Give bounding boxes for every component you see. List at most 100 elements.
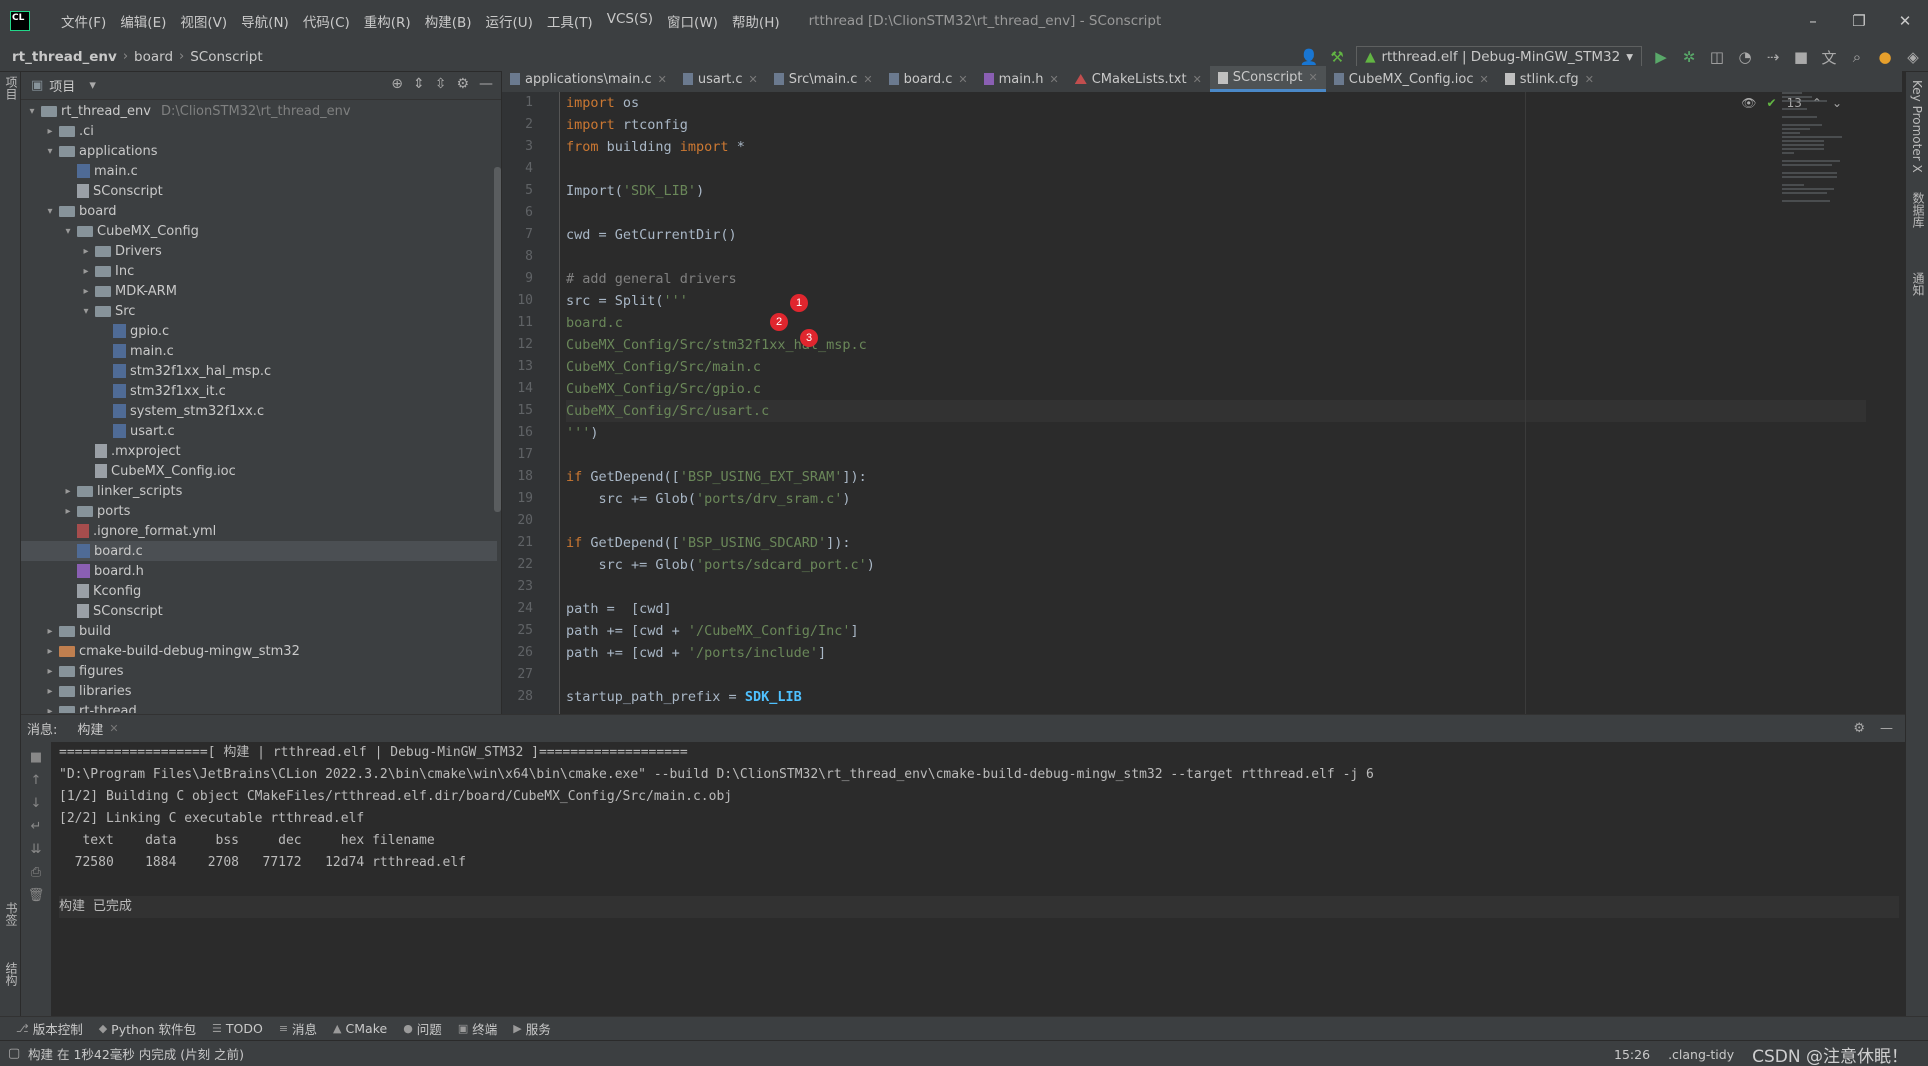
restore-button[interactable]: ❐	[1836, 12, 1882, 30]
tree-item[interactable]: ▾ Src	[21, 301, 497, 321]
print-icon[interactable]: ⎙	[21, 865, 51, 880]
hide-icon[interactable]: —	[1880, 721, 1893, 736]
editor-tab[interactable]: usart.c ✕	[675, 66, 766, 92]
tree-item[interactable]: SConscript	[21, 601, 497, 621]
tree-item[interactable]: main.c	[21, 161, 497, 181]
code-minimap[interactable]	[1782, 92, 1890, 452]
run-icon[interactable]: ▶	[1652, 48, 1670, 66]
close-icon[interactable]: ✕	[1309, 71, 1318, 84]
soft-wrap-icon[interactable]: ↵	[21, 819, 51, 834]
stripe-bookmarks-tab[interactable]: 书签	[3, 902, 20, 926]
tree-item[interactable]: ▸ Drivers	[21, 241, 497, 261]
chevron-right-icon[interactable]: ▸	[43, 646, 57, 657]
menu-item[interactable]: 编辑(E)	[113, 11, 173, 31]
code-editor[interactable]: 1 2 3 4 5 6 7 8 9 10 11 12 13 14 15 16 17 18 19 20 21 22 23 24 2…	[502, 92, 1902, 714]
menu-item[interactable]: 运行(U)	[479, 11, 540, 31]
gear-icon[interactable]: ⚙	[1853, 721, 1865, 736]
tool-window-button[interactable]: ◆ Python 软件包	[99, 1019, 196, 1038]
tree-item[interactable]: ▸ build	[21, 621, 497, 641]
tree-item[interactable]: ▾ rt_thread_env D:\ClionSTM32\rt_thread_en…	[21, 101, 497, 121]
chevron-down-icon[interactable]: ▾	[25, 106, 39, 117]
account-icon[interactable]: 👤	[1300, 48, 1319, 66]
chevron-down-icon[interactable]: ▾	[79, 306, 93, 317]
editor-tab[interactable]: applications\main.c ✕	[502, 66, 675, 92]
tree-item[interactable]: ▾ CubeMX_Config	[21, 221, 497, 241]
expand-all-icon[interactable]: ⇕	[413, 76, 425, 92]
chevron-down-icon[interactable]: ▾	[61, 226, 75, 237]
debug-icon[interactable]: ✲	[1680, 48, 1698, 66]
menu-item[interactable]: 重构(R)	[357, 11, 418, 31]
tree-item[interactable]: .ignore_format.yml	[21, 521, 497, 541]
search-icon[interactable]: ⌕	[1848, 48, 1866, 66]
tree-item[interactable]: ▸ ports	[21, 501, 497, 521]
tool-window-button[interactable]: ● 问题	[403, 1019, 442, 1038]
menu-item[interactable]: 帮助(H)	[725, 11, 787, 31]
editor-tab[interactable]: main.h ✕	[976, 66, 1067, 92]
chevron-right-icon[interactable]: ▸	[43, 626, 57, 637]
trash-icon[interactable]: 🗑	[21, 888, 51, 903]
close-icon[interactable]: ✕	[958, 73, 967, 86]
editor-tab[interactable]: CubeMX_Config.ioc ✕	[1326, 66, 1497, 92]
locate-icon[interactable]: ⊕	[391, 76, 403, 92]
breadcrumb-board[interactable]: board	[134, 49, 173, 65]
caret-position[interactable]: 15:26	[1614, 1047, 1650, 1062]
close-icon[interactable]: ✕	[1193, 73, 1202, 86]
chevron-right-icon[interactable]: ▸	[61, 486, 75, 497]
gear-icon[interactable]: ⚙	[456, 76, 469, 92]
tree-item[interactable]: system_stm32f1xx.c	[21, 401, 497, 421]
project-view-select[interactable]: 项目	[49, 76, 75, 95]
arrow-up-icon[interactable]: ↑	[21, 773, 51, 788]
attach-icon[interactable]: ⇢	[1764, 48, 1782, 66]
reader-mode-icon[interactable]: 👁	[1741, 96, 1756, 110]
jetbrains-icon[interactable]: ◈	[1904, 48, 1922, 66]
editor-tab[interactable]: Src\main.c ✕	[766, 66, 881, 92]
chevron-right-icon[interactable]: ▸	[43, 666, 57, 677]
layout-icon[interactable]: ▢	[8, 1046, 20, 1061]
tree-item[interactable]: ▸ cmake-build-debug-mingw_stm32	[21, 641, 497, 661]
update-icon[interactable]: ●	[1876, 48, 1894, 66]
editor-tab[interactable]: SConscript ✕	[1209, 66, 1326, 92]
tree-item[interactable]: ▸ rt-thread	[21, 701, 497, 713]
stripe-database-tab[interactable]: 数据库	[1910, 192, 1927, 228]
tree-item[interactable]: ▸ figures	[21, 661, 497, 681]
menu-item[interactable]: 视图(V)	[173, 11, 234, 31]
tree-item[interactable]: .mxproject	[21, 441, 497, 461]
run-configuration-select[interactable]: ▲ rtthread.elf | Debug-MinGW_STM32 ▾	[1356, 46, 1642, 68]
breadcrumb-project[interactable]: rt_thread_env	[0, 49, 117, 65]
chevron-right-icon[interactable]: ▸	[43, 686, 57, 697]
tree-item[interactable]: stm32f1xx_hal_msp.c	[21, 361, 497, 381]
chevron-right-icon[interactable]: ▸	[43, 706, 57, 714]
close-icon[interactable]: ✕	[863, 73, 872, 86]
breadcrumb-file[interactable]: SConscript	[190, 49, 262, 65]
close-icon[interactable]: ✕	[658, 73, 667, 86]
stripe-key-promoter-tab[interactable]: Key Promoter X	[1910, 80, 1924, 173]
stripe-project-tab[interactable]: 项目	[3, 76, 20, 100]
menu-item[interactable]: 导航(N)	[234, 11, 296, 31]
chevron-down-icon[interactable]: ▾	[43, 146, 57, 157]
menu-item[interactable]: 构建(B)	[418, 11, 479, 31]
tree-item[interactable]: ▾ board	[21, 201, 497, 221]
clang-tidy-label[interactable]: .clang-tidy	[1668, 1047, 1734, 1062]
code-area[interactable]: import os import rtconfig from building im…	[566, 92, 1866, 708]
close-icon[interactable]: ✕	[109, 722, 118, 735]
stop-icon[interactable]: ■	[21, 750, 51, 765]
build-output[interactable]: ===================[ 构建 | rtthread.elf |…	[59, 742, 1899, 918]
tree-item[interactable]: gpio.c	[21, 321, 497, 341]
editor-tab[interactable]: stlink.cfg ✕	[1497, 66, 1602, 92]
close-button[interactable]: ✕	[1882, 12, 1928, 30]
stripe-structure-tab[interactable]: 结构	[3, 962, 20, 986]
chevron-right-icon[interactable]: ▸	[43, 126, 57, 137]
tree-item[interactable]: ▸ MDK-ARM	[21, 281, 497, 301]
editor-tab[interactable]: board.c ✕	[881, 66, 976, 92]
project-scrollbar[interactable]	[494, 167, 501, 512]
tree-item[interactable]: ▾ applications	[21, 141, 497, 161]
profile-icon[interactable]: ◔	[1736, 48, 1754, 66]
menu-item[interactable]: 文件(F)	[54, 11, 113, 31]
chevron-right-icon[interactable]: ▸	[79, 266, 93, 277]
coverage-icon[interactable]: ◫	[1708, 48, 1726, 66]
menu-item[interactable]: 代码(C)	[296, 11, 357, 31]
hide-icon[interactable]: —	[479, 76, 493, 92]
tree-item[interactable]: usart.c	[21, 421, 497, 441]
tree-item[interactable]: board.c	[21, 541, 497, 561]
stop-icon[interactable]: ■	[1792, 48, 1810, 66]
